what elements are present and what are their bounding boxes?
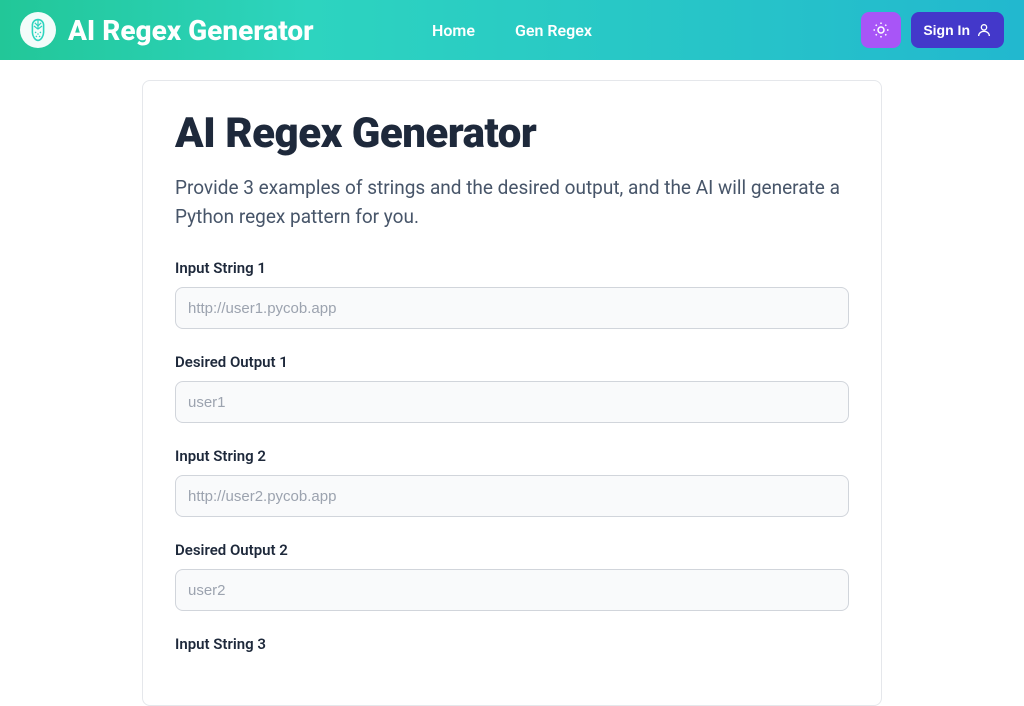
signin-label: Sign In bbox=[923, 22, 970, 38]
input-string-1[interactable] bbox=[175, 287, 849, 329]
theme-toggle-button[interactable] bbox=[861, 12, 901, 48]
input-string-2[interactable] bbox=[175, 475, 849, 517]
navbar-left: AI Regex Generator bbox=[20, 12, 314, 48]
user-icon bbox=[976, 22, 992, 38]
logo-icon[interactable] bbox=[20, 12, 56, 48]
navbar-center: Home Gen Regex bbox=[432, 21, 592, 40]
page-title: AI Regex Generator bbox=[175, 109, 849, 158]
form-group-input-1: Input String 1 bbox=[175, 259, 849, 329]
form-group-input-3: Input String 3 bbox=[175, 635, 849, 653]
label-input-string-2: Input String 2 bbox=[175, 447, 849, 465]
label-input-string-1: Input String 1 bbox=[175, 259, 849, 277]
label-input-string-3: Input String 3 bbox=[175, 635, 849, 653]
desired-output-1[interactable] bbox=[175, 381, 849, 423]
brand-title[interactable]: AI Regex Generator bbox=[68, 14, 314, 47]
nav-gen-regex[interactable]: Gen Regex bbox=[515, 21, 592, 40]
sun-icon bbox=[872, 21, 890, 39]
navbar: AI Regex Generator Home Gen Regex Sign I… bbox=[0, 0, 1024, 60]
label-desired-output-1: Desired Output 1 bbox=[175, 353, 849, 371]
form-group-input-2: Input String 2 bbox=[175, 447, 849, 517]
form-group-output-1: Desired Output 1 bbox=[175, 353, 849, 423]
label-desired-output-2: Desired Output 2 bbox=[175, 541, 849, 559]
nav-home[interactable]: Home bbox=[432, 21, 475, 40]
card: AI Regex Generator Provide 3 examples of… bbox=[142, 80, 882, 706]
main-container: AI Regex Generator Provide 3 examples of… bbox=[122, 80, 902, 706]
page-subtitle: Provide 3 examples of strings and the de… bbox=[175, 174, 849, 231]
signin-button[interactable]: Sign In bbox=[911, 12, 1004, 48]
desired-output-2[interactable] bbox=[175, 569, 849, 611]
form-group-output-2: Desired Output 2 bbox=[175, 541, 849, 611]
navbar-right: Sign In bbox=[861, 12, 1004, 48]
